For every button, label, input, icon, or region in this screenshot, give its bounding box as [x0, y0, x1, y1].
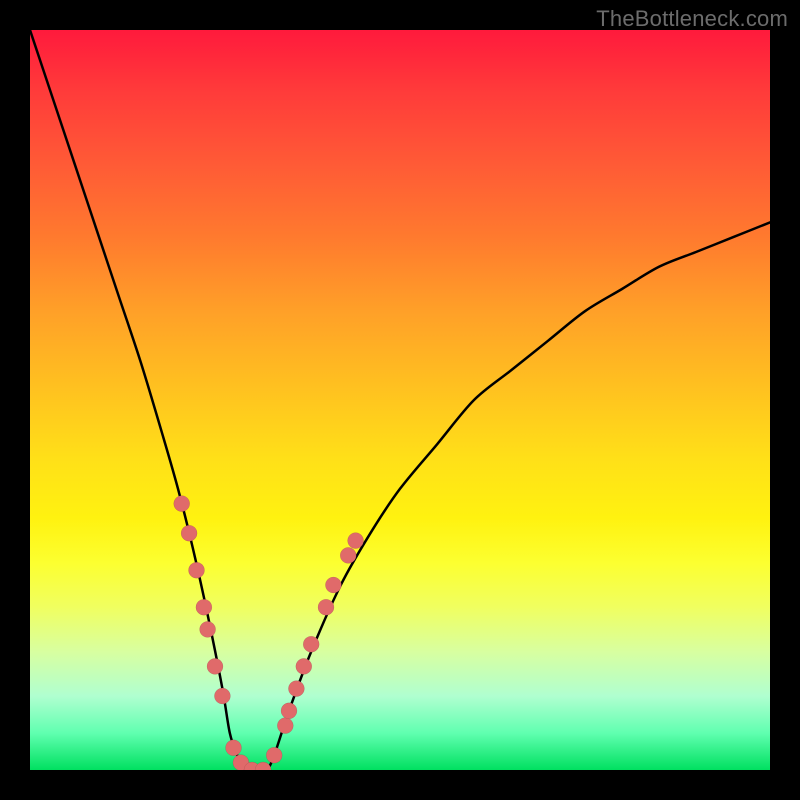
marker-dot [200, 621, 216, 637]
marker-dot [348, 533, 364, 549]
marker-dot [266, 747, 282, 763]
marker-dots [174, 496, 364, 770]
marker-dot [296, 658, 312, 674]
marker-dot [174, 496, 190, 512]
marker-dot [255, 762, 271, 770]
marker-dot [325, 577, 341, 593]
marker-dot [189, 562, 205, 578]
marker-dot [318, 599, 334, 615]
watermark-text: TheBottleneck.com [596, 6, 788, 32]
marker-dot [196, 599, 212, 615]
marker-dot [277, 718, 293, 734]
marker-dot [303, 636, 319, 652]
marker-dot [181, 525, 197, 541]
chart-stage: TheBottleneck.com [0, 0, 800, 800]
marker-dot [226, 740, 242, 756]
plot-area [30, 30, 770, 770]
marker-dot [288, 681, 304, 697]
marker-dot [281, 703, 297, 719]
marker-dot [340, 547, 356, 563]
marker-dot [214, 688, 230, 704]
curve-svg [30, 30, 770, 770]
bottleneck-curve [30, 30, 770, 770]
marker-dot [207, 658, 223, 674]
